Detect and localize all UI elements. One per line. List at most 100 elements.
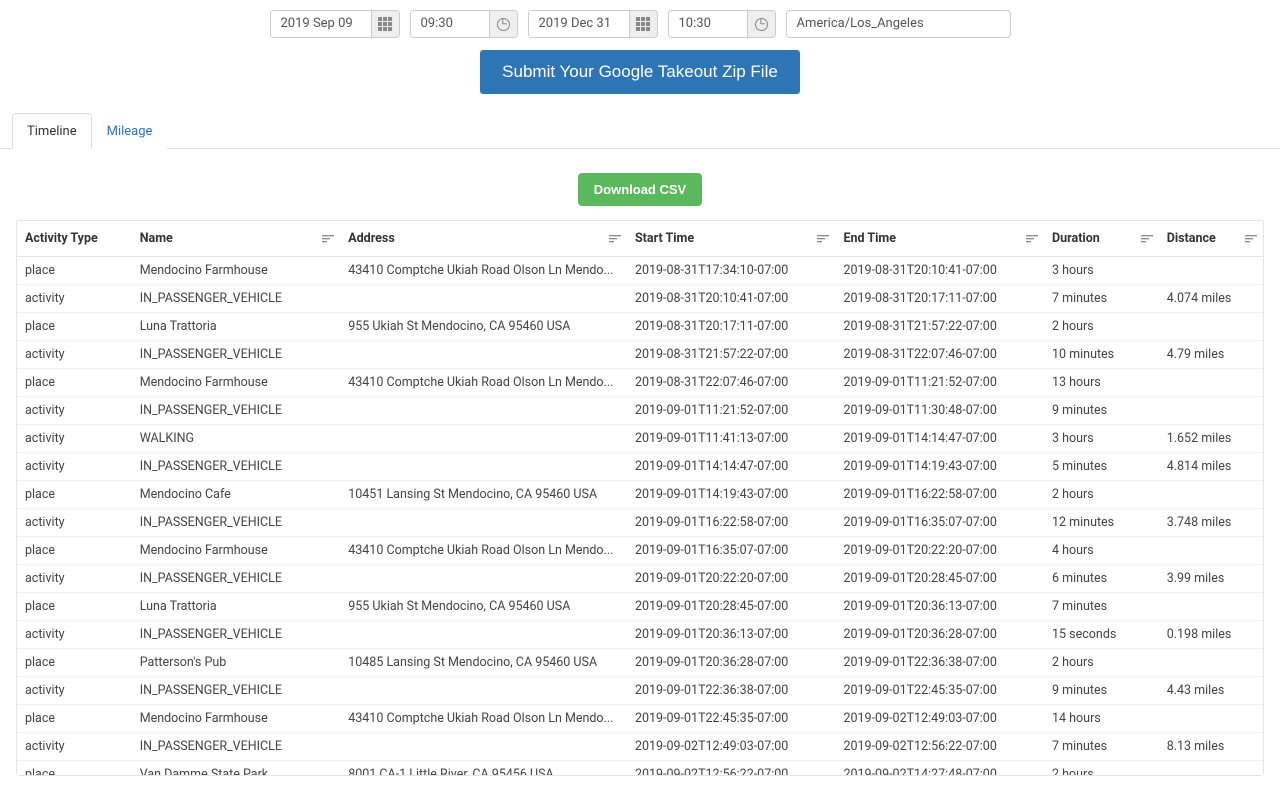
table-row: placeMendocino Farmhouse43410 Comptche U…: [17, 705, 1263, 733]
cell-duration: 14 hours: [1044, 705, 1159, 733]
table-row: placeMendocino Farmhouse43410 Comptche U…: [17, 537, 1263, 565]
start-time-field[interactable]: 09:30: [410, 10, 518, 38]
col-duration[interactable]: Duration: [1044, 221, 1159, 257]
cell-address: 10485 Lansing St Mendocino, CA 95460 USA: [340, 649, 627, 677]
cell-end: 2019-08-31T20:17:11-07:00: [835, 285, 1044, 313]
cell-start: 2019-08-31T20:10:41-07:00: [627, 285, 836, 313]
cell-name: Luna Trattoria: [132, 593, 341, 621]
table-row: placeVan Damme State Park8001 CA-1 Littl…: [17, 761, 1263, 777]
cell-start: 2019-08-31T21:57:22-07:00: [627, 341, 836, 369]
cell-start: 2019-09-02T12:56:22-07:00: [627, 761, 836, 777]
cell-duration: 10 minutes: [1044, 341, 1159, 369]
cell-type: activity: [17, 733, 132, 761]
sort-icon[interactable]: [1026, 235, 1038, 243]
cell-duration: 3 hours: [1044, 425, 1159, 453]
cell-address: 955 Ukiah St Mendocino, CA 95460 USA: [340, 593, 627, 621]
end-time-field[interactable]: 10:30: [668, 10, 776, 38]
calendar-icon[interactable]: [629, 11, 657, 37]
table-row: activityIN_PASSENGER_VEHICLE2019-09-01T2…: [17, 677, 1263, 705]
cell-start: 2019-08-31T22:07:46-07:00: [627, 369, 836, 397]
cell-address: [340, 677, 627, 705]
table-row: activityIN_PASSENGER_VEHICLE2019-09-02T1…: [17, 733, 1263, 761]
cell-address: [340, 425, 627, 453]
cell-end: 2019-09-02T12:49:03-07:00: [835, 705, 1044, 733]
col-activity-type[interactable]: Activity Type: [17, 221, 132, 257]
col-distance[interactable]: Distance: [1159, 221, 1263, 257]
cell-distance: [1159, 481, 1263, 509]
cell-end: 2019-09-01T20:36:13-07:00: [835, 593, 1044, 621]
cell-name: IN_PASSENGER_VEHICLE: [132, 677, 341, 705]
cell-name: Patterson's Pub: [132, 649, 341, 677]
clock-icon[interactable]: [747, 11, 775, 37]
download-csv-button[interactable]: Download CSV: [578, 173, 702, 206]
end-date-field[interactable]: 2019 Dec 31: [528, 10, 658, 38]
cell-start: 2019-09-01T20:36:28-07:00: [627, 649, 836, 677]
cell-type: activity: [17, 341, 132, 369]
table-row: activityWALKING2019-09-01T11:41:13-07:00…: [17, 425, 1263, 453]
cell-duration: 12 minutes: [1044, 509, 1159, 537]
start-date-text: 2019 Sep 09: [271, 11, 371, 37]
cell-duration: 6 minutes: [1044, 565, 1159, 593]
cell-name: Mendocino Farmhouse: [132, 705, 341, 733]
col-end-time[interactable]: End Time: [835, 221, 1044, 257]
cell-type: place: [17, 257, 132, 285]
col-start-time[interactable]: Start Time: [627, 221, 836, 257]
cell-duration: 3 hours: [1044, 257, 1159, 285]
start-date-field[interactable]: 2019 Sep 09: [270, 10, 400, 38]
timezone-field[interactable]: America/Los_Angeles: [786, 10, 1011, 38]
cell-distance: [1159, 313, 1263, 341]
cell-distance: [1159, 257, 1263, 285]
sort-icon[interactable]: [1245, 235, 1257, 243]
sort-icon[interactable]: [817, 235, 829, 243]
cell-name: Mendocino Farmhouse: [132, 257, 341, 285]
sort-icon[interactable]: [609, 235, 621, 243]
cell-distance: 1.652 miles: [1159, 425, 1263, 453]
cell-type: place: [17, 369, 132, 397]
col-name[interactable]: Name: [132, 221, 341, 257]
clock-icon[interactable]: [489, 11, 517, 37]
cell-end: 2019-09-02T12:56:22-07:00: [835, 733, 1044, 761]
cell-type: place: [17, 537, 132, 565]
table-row: placePatterson's Pub10485 Lansing St Men…: [17, 649, 1263, 677]
submit-button[interactable]: Submit Your Google Takeout Zip File: [480, 50, 800, 94]
col-address[interactable]: Address: [340, 221, 627, 257]
cell-end: 2019-09-01T14:19:43-07:00: [835, 453, 1044, 481]
tab-timeline[interactable]: Timeline: [12, 113, 92, 149]
cell-address: 955 Ukiah St Mendocino, CA 95460 USA: [340, 313, 627, 341]
cell-name: Mendocino Cafe: [132, 481, 341, 509]
cell-start: 2019-09-01T14:19:43-07:00: [627, 481, 836, 509]
calendar-icon[interactable]: [371, 11, 399, 37]
table-row: placeMendocino Farmhouse43410 Comptche U…: [17, 257, 1263, 285]
cell-start: 2019-09-01T22:36:38-07:00: [627, 677, 836, 705]
cell-end: 2019-09-01T16:22:58-07:00: [835, 481, 1044, 509]
cell-type: place: [17, 649, 132, 677]
cell-duration: 13 hours: [1044, 369, 1159, 397]
end-date-text: 2019 Dec 31: [529, 11, 629, 37]
cell-duration: 2 hours: [1044, 313, 1159, 341]
cell-start: 2019-08-31T17:34:10-07:00: [627, 257, 836, 285]
table-row: activityIN_PASSENGER_VEHICLE2019-08-31T2…: [17, 285, 1263, 313]
tab-mileage[interactable]: Mileage: [92, 113, 168, 149]
cell-distance: 4.074 miles: [1159, 285, 1263, 313]
cell-address: 43410 Comptche Ukiah Road Olson Ln Mendo…: [340, 257, 627, 285]
cell-distance: [1159, 593, 1263, 621]
table-row: activityIN_PASSENGER_VEHICLE2019-09-01T2…: [17, 565, 1263, 593]
sort-icon[interactable]: [322, 235, 334, 243]
table-row: activityIN_PASSENGER_VEHICLE2019-08-31T2…: [17, 341, 1263, 369]
sort-icon[interactable]: [1141, 235, 1153, 243]
cell-name: Van Damme State Park: [132, 761, 341, 777]
cell-start: 2019-09-01T20:28:45-07:00: [627, 593, 836, 621]
cell-start: 2019-09-01T16:35:07-07:00: [627, 537, 836, 565]
table-row: activityIN_PASSENGER_VEHICLE2019-09-01T1…: [17, 509, 1263, 537]
cell-distance: 3.748 miles: [1159, 509, 1263, 537]
table-row: activityIN_PASSENGER_VEHICLE2019-09-01T2…: [17, 621, 1263, 649]
cell-end: 2019-08-31T22:07:46-07:00: [835, 341, 1044, 369]
cell-address: [340, 621, 627, 649]
cell-address: [340, 453, 627, 481]
cell-start: 2019-09-01T11:21:52-07:00: [627, 397, 836, 425]
tabs: Timeline Mileage: [0, 112, 1280, 149]
cell-start: 2019-09-01T20:22:20-07:00: [627, 565, 836, 593]
table-row: placeMendocino Cafe10451 Lansing St Mend…: [17, 481, 1263, 509]
cell-duration: 15 seconds: [1044, 621, 1159, 649]
cell-name: WALKING: [132, 425, 341, 453]
